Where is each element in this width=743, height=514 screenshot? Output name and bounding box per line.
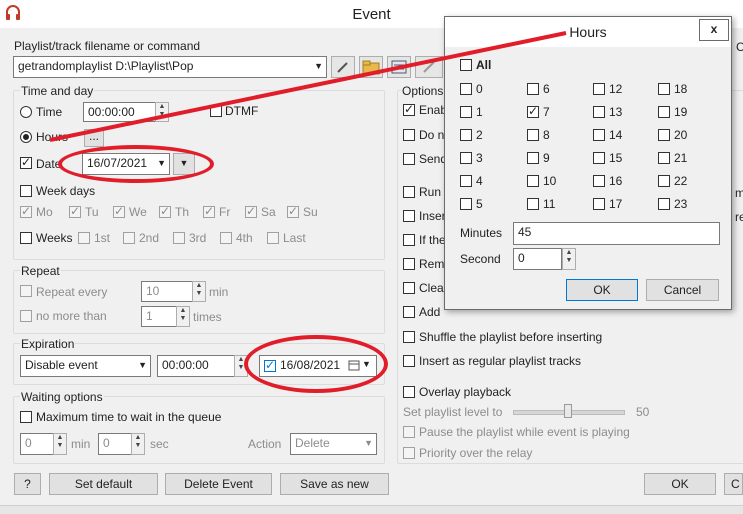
annotation-overlay <box>49 31 567 142</box>
annotation-date-ellipse <box>58 145 214 183</box>
annotation-arrow-line <box>49 31 567 142</box>
annotation-expiration-ellipse <box>244 335 388 393</box>
